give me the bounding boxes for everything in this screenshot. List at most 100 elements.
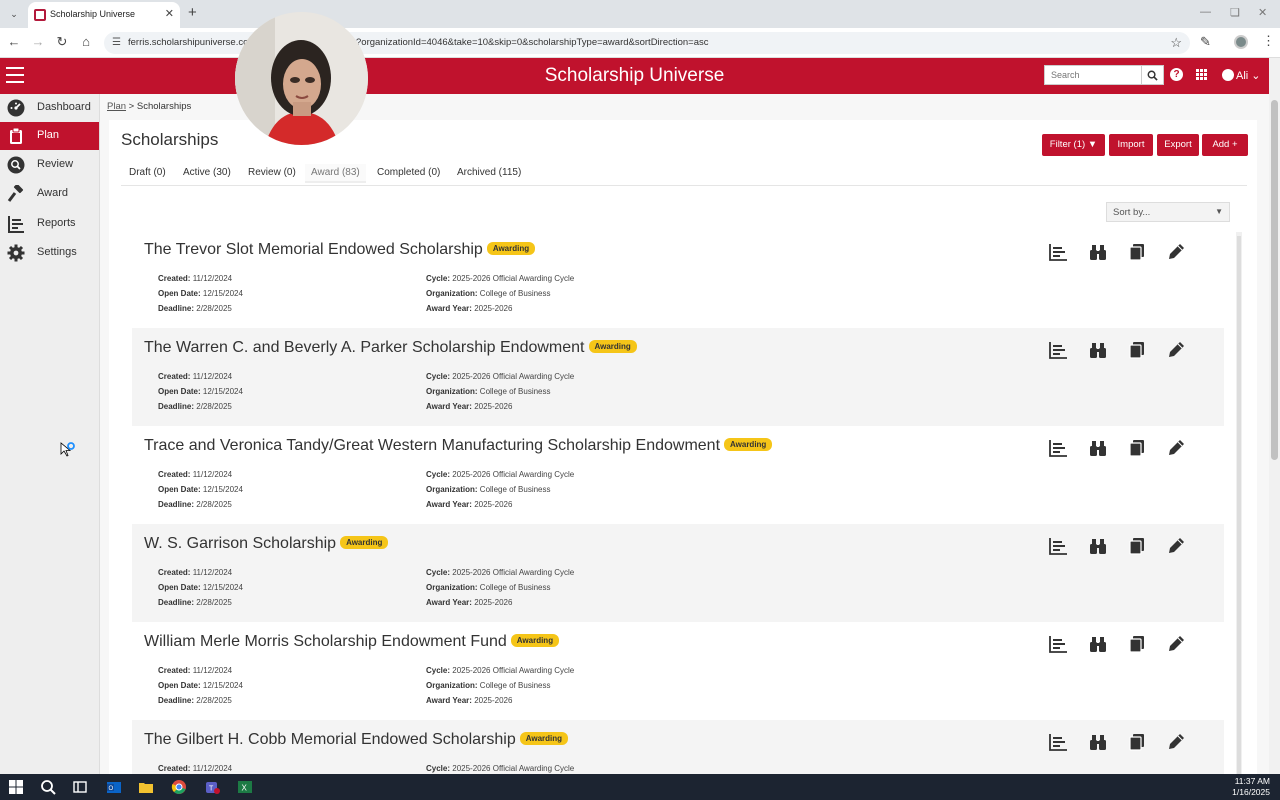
- extensions-icon[interactable]: ✎: [1200, 34, 1211, 50]
- tab-active[interactable]: Active (30): [183, 164, 231, 181]
- windows-start-icon[interactable]: [8, 779, 24, 795]
- binoculars-icon[interactable]: [1088, 536, 1108, 556]
- scholarship-row[interactable]: W. S. Garrison Scholarship Awarding Create…: [132, 524, 1224, 622]
- teams-icon[interactable]: T: [204, 779, 220, 795]
- scholarship-title[interactable]: Trace and Veronica Tandy/Great Western M…: [144, 437, 773, 455]
- edit-pencil-icon[interactable]: [1166, 634, 1186, 654]
- report-chart-icon[interactable]: [1048, 340, 1068, 360]
- reload-icon[interactable]: ↻: [54, 34, 70, 50]
- help-icon[interactable]: ?: [1170, 68, 1183, 81]
- sidebar-item-settings[interactable]: Settings: [0, 239, 99, 267]
- binoculars-icon[interactable]: [1088, 732, 1108, 752]
- excel-icon[interactable]: X: [237, 779, 253, 795]
- edit-pencil-icon[interactable]: [1166, 536, 1186, 556]
- back-icon[interactable]: ←: [6, 34, 22, 49]
- tab-draft[interactable]: Draft (0): [129, 164, 166, 181]
- tab-archived[interactable]: Archived (115): [457, 164, 521, 181]
- binoculars-icon[interactable]: [1088, 438, 1108, 458]
- search-button[interactable]: [1141, 66, 1163, 84]
- meta-label: Organization:: [426, 387, 478, 396]
- copy-icon[interactable]: [1127, 536, 1147, 556]
- report-chart-icon[interactable]: [1048, 242, 1068, 262]
- copy-icon[interactable]: [1127, 242, 1147, 262]
- minimize-icon[interactable]: —: [1200, 6, 1211, 18]
- tab-completed[interactable]: Completed (0): [377, 164, 440, 181]
- user-menu[interactable]: Ali ⌄: [1222, 69, 1261, 82]
- tab-review[interactable]: Review (0): [248, 164, 296, 181]
- copy-icon[interactable]: [1127, 340, 1147, 360]
- binoculars-icon[interactable]: [1088, 634, 1108, 654]
- meta-value: 12/15/2024: [202, 681, 243, 690]
- scholarship-row[interactable]: Trace and Veronica Tandy/Great Western M…: [132, 426, 1224, 524]
- bookmark-star-icon[interactable]: ☆: [1170, 35, 1182, 51]
- meta-label: Open Date:: [158, 289, 201, 298]
- report-chart-icon[interactable]: [1048, 634, 1068, 654]
- scholarships-panel: Scholarships Filter (1) ▼ Import Export …: [109, 120, 1257, 780]
- copy-icon[interactable]: [1127, 732, 1147, 752]
- meta-value: College of Business: [479, 485, 551, 494]
- browser-menu-icon[interactable]: ⋮: [1262, 33, 1275, 49]
- import-button[interactable]: Import: [1109, 134, 1153, 156]
- meta-organization: Organization: College of Business: [426, 583, 551, 592]
- browser-profile-avatar[interactable]: [1234, 35, 1248, 49]
- chrome-icon[interactable]: [171, 779, 187, 795]
- meta-open-date: Open Date: 12/15/2024: [158, 387, 243, 396]
- tab-award[interactable]: Award (83): [305, 164, 366, 183]
- sort-by-value: Sort by...: [1113, 207, 1151, 218]
- page-scrollbar-thumb[interactable]: [1271, 100, 1278, 460]
- outlook-icon[interactable]: O: [106, 779, 122, 795]
- close-tab-icon[interactable]: ✕: [165, 7, 174, 20]
- taskbar-search-icon[interactable]: [40, 779, 56, 795]
- add-button[interactable]: Add +: [1202, 134, 1248, 156]
- site-info-icon[interactable]: ☰: [112, 37, 121, 48]
- scholarship-title[interactable]: The Warren C. and Beverly A. Parker Scho…: [144, 339, 637, 357]
- home-icon[interactable]: ⌂: [78, 34, 94, 49]
- sidebar-item-label: Award: [37, 187, 68, 199]
- new-tab-icon[interactable]: +: [188, 4, 197, 21]
- edit-pencil-icon[interactable]: [1166, 732, 1186, 752]
- meta-label: Deadline:: [158, 598, 195, 607]
- scholarship-row[interactable]: William Merle Morris Scholarship Endowme…: [132, 622, 1224, 720]
- page-scrollbar[interactable]: [1269, 94, 1280, 774]
- report-chart-icon[interactable]: [1048, 732, 1068, 752]
- report-chart-icon[interactable]: [1048, 536, 1068, 556]
- edit-pencil-icon[interactable]: [1166, 242, 1186, 262]
- browser-tab[interactable]: Scholarship Universe ✕: [28, 2, 180, 28]
- scholarship-row[interactable]: The Trevor Slot Memorial Endowed Scholar…: [132, 230, 1224, 328]
- file-explorer-icon[interactable]: [138, 779, 154, 795]
- breadcrumb-link-plan[interactable]: Plan: [107, 101, 126, 112]
- webcam-overlay: [235, 12, 368, 145]
- list-scrollbar-thumb[interactable]: [1237, 236, 1241, 776]
- sidebar-item-dashboard[interactable]: Dashboard: [0, 94, 99, 122]
- copy-icon[interactable]: [1127, 438, 1147, 458]
- tab-search-chevron-icon[interactable]: ⌄: [6, 6, 22, 22]
- scholarship-row[interactable]: The Gilbert H. Cobb Memorial Endowed Sch…: [132, 720, 1224, 780]
- sort-by-select[interactable]: Sort by... ▼: [1106, 202, 1230, 222]
- status-badge: Awarding: [724, 438, 773, 451]
- edit-pencil-icon[interactable]: [1166, 438, 1186, 458]
- scholarship-title[interactable]: William Merle Morris Scholarship Endowme…: [144, 633, 560, 651]
- scholarship-row[interactable]: The Warren C. and Beverly A. Parker Scho…: [132, 328, 1224, 426]
- sidebar-item-review[interactable]: Review: [0, 151, 99, 179]
- report-chart-icon[interactable]: [1048, 438, 1068, 458]
- task-view-icon[interactable]: [72, 779, 88, 795]
- sidebar-item-plan[interactable]: Plan: [0, 122, 99, 150]
- export-button[interactable]: Export: [1157, 134, 1199, 156]
- sidebar-item-reports[interactable]: Reports: [0, 210, 99, 238]
- apps-grid-icon[interactable]: [1196, 69, 1209, 82]
- scholarship-title[interactable]: The Gilbert H. Cobb Memorial Endowed Sch…: [144, 731, 569, 749]
- edit-pencil-icon[interactable]: [1166, 340, 1186, 360]
- list-scrollbar[interactable]: [1236, 232, 1242, 780]
- sidebar-item-award[interactable]: Award: [0, 180, 99, 208]
- restore-icon[interactable]: ❏: [1230, 6, 1240, 19]
- close-window-icon[interactable]: ✕: [1258, 6, 1267, 19]
- scholarship-title[interactable]: The Trevor Slot Memorial Endowed Scholar…: [144, 241, 536, 259]
- binoculars-icon[interactable]: [1088, 340, 1108, 360]
- filter-button[interactable]: Filter (1) ▼: [1042, 134, 1105, 156]
- search-input[interactable]: [1045, 66, 1141, 84]
- forward-icon[interactable]: →: [30, 34, 46, 49]
- taskbar-clock[interactable]: 11:37 AM 1/16/2025: [1232, 776, 1270, 798]
- scholarship-title[interactable]: W. S. Garrison Scholarship Awarding: [144, 535, 389, 553]
- copy-icon[interactable]: [1127, 634, 1147, 654]
- binoculars-icon[interactable]: [1088, 242, 1108, 262]
